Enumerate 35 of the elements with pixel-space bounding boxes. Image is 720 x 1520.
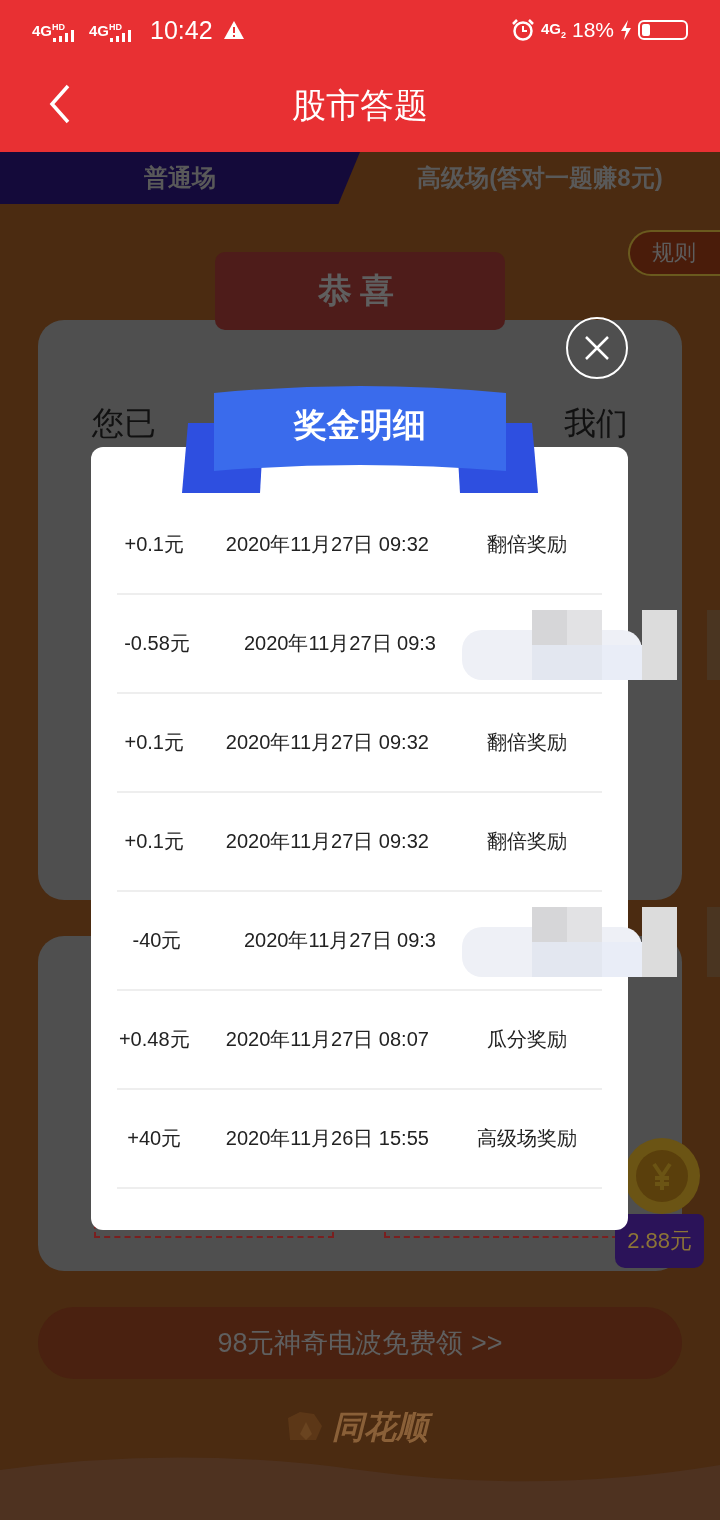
rules-button[interactable]: 规则 xyxy=(628,230,720,276)
dialog-title: 奖金明细 xyxy=(292,405,427,445)
network-label: 4G$^{HD}$ xyxy=(89,22,123,38)
reason-text: 翻倍奖励 xyxy=(485,730,568,755)
time-text: 2020年11月27日 09:32 xyxy=(224,532,430,557)
time-text: 2020年11月27日 09:32 xyxy=(224,829,430,854)
network-label: 4G$^{HD}$ xyxy=(32,22,65,38)
amount-text: +0.1元 xyxy=(123,532,185,557)
amount-text: +0.1元 xyxy=(123,829,185,854)
reason-text: 翻倍奖励 xyxy=(485,532,568,557)
time-text: 2020年11月27日 09:32 xyxy=(224,730,430,755)
brand-name: 同花顺 xyxy=(332,1407,434,1447)
amount-text: -0.58元 xyxy=(123,631,191,656)
clock-time: 10:42 xyxy=(150,15,213,45)
amount-text: +0.48元 xyxy=(117,1027,191,1052)
reason-text: 瓜分奖励 xyxy=(485,1027,568,1052)
battery-percent: 18% xyxy=(571,18,614,42)
tab[interactable]: 普通场 xyxy=(0,152,360,204)
amount-text: +40元 xyxy=(126,1126,183,1151)
ribbon-banner: 恭喜 xyxy=(215,252,505,330)
time-text: 2020年11月27日 09:3 xyxy=(243,631,437,656)
card-text: 您已 xyxy=(92,404,156,442)
reason-text: 翻倍奖励 xyxy=(485,829,568,854)
time-text: 2020年11月27日 08:07 xyxy=(224,1027,430,1052)
page-title: 股市答题 xyxy=(292,85,428,126)
reason-text: 高级场奖励 xyxy=(475,1126,578,1151)
tab[interactable]: 高级场(答对一题赚8元) xyxy=(360,152,720,204)
card-text: 我们 xyxy=(564,404,628,442)
time-text: 2020年11月27日 09:3 xyxy=(243,928,437,953)
promo-button[interactable]: 98元神奇电波免费领 >> xyxy=(38,1307,682,1379)
prize-badge: 2.88元 xyxy=(615,1214,704,1268)
time-text: 2020年11月26日 15:55 xyxy=(224,1126,430,1151)
amount-text: +0.1元 xyxy=(123,730,185,755)
amount-text: -40元 xyxy=(131,928,183,953)
network-label: 4G$_{2}$ xyxy=(540,20,566,40)
